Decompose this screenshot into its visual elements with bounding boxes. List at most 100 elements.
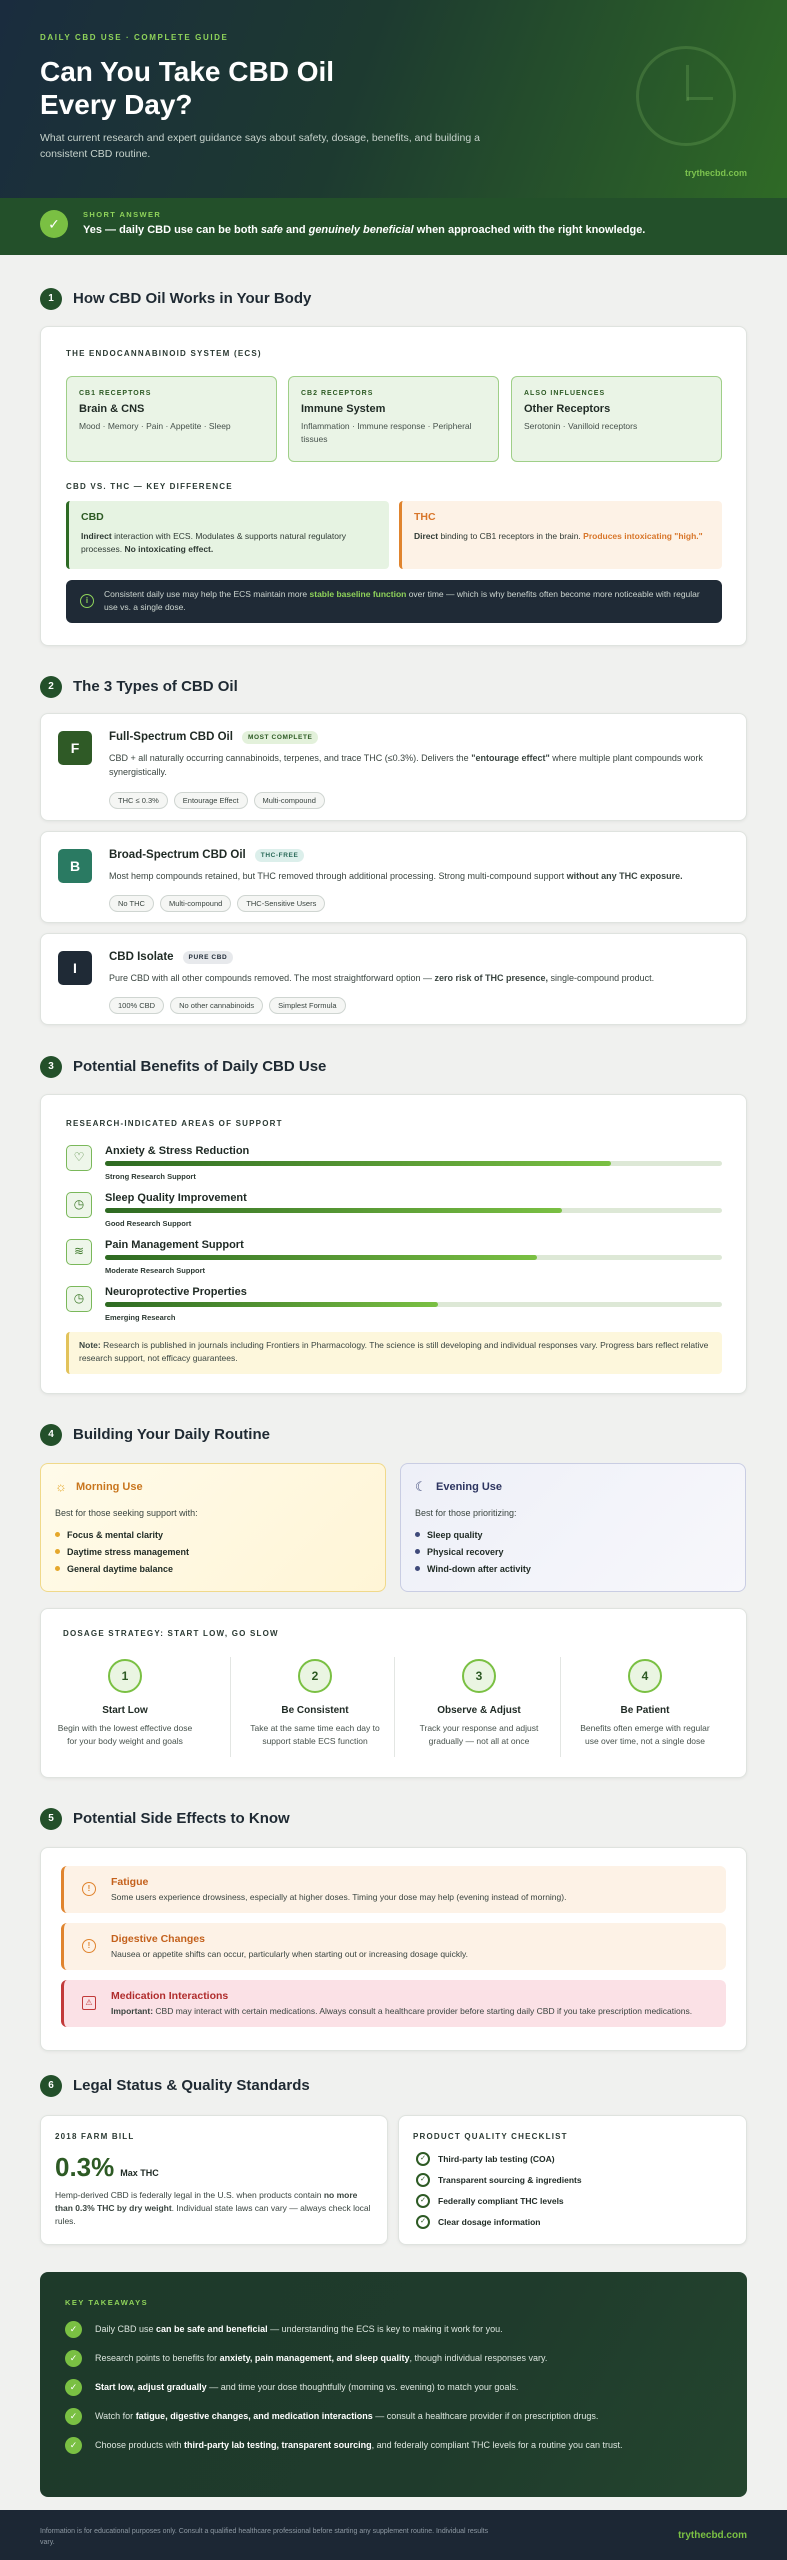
full-spectrum-icon: F (58, 731, 92, 765)
heart-icon: ♡ (66, 1145, 92, 1171)
broad-spectrum-icon: B (58, 849, 92, 883)
section-title: Potential Benefits of Daily CBD Use (73, 1058, 327, 1075)
tag: No THC (109, 895, 154, 912)
badge: PURE CBD (182, 951, 234, 964)
list-item: Wind-down after activity (415, 1564, 531, 1574)
site-link[interactable]: trythecbd.com (685, 168, 747, 178)
type-card-full-spectrum: F Full-Spectrum CBD Oil MOST COMPLETE CBD… (40, 713, 747, 821)
section-title: Legal Status & Quality Standards (73, 2077, 310, 2094)
list-item: General daytime balance (55, 1564, 189, 1574)
section-title: The 3 Types of CBD Oil (73, 678, 238, 695)
check-icon: ✓ (65, 2437, 82, 2454)
takeaways-heading: KEY TAKEAWAYS (65, 2298, 149, 2307)
benefit-bar-fill (105, 1161, 611, 1166)
dosage-step: 2 Be Consistent Take at the same time each… (235, 1659, 395, 1748)
evening-title: Evening Use (436, 1481, 503, 1493)
tag: 100% CBD (109, 997, 165, 1014)
evening-list: Sleep quality Physical recovery Wind-down … (415, 1530, 531, 1581)
checklist-item: Transparent sourcing & ingredients (438, 2175, 582, 2185)
short-answer-banner: ✓ SHORT ANSWER Yes — daily CBD use can b… (0, 198, 787, 255)
check-icon: ✓ (416, 2152, 430, 2166)
hero-subtitle: What current research and expert guidanc… (40, 132, 480, 160)
page-title: Can You Take CBD Oil Every Day? (40, 55, 440, 121)
type-name: Full-Spectrum CBD Oil MOST COMPLETE (109, 731, 319, 744)
type-card-isolate: I CBD Isolate PURE CBD Pure CBD with all … (40, 933, 747, 1025)
check-icon: ✓ (65, 2379, 82, 2396)
type-name: CBD Isolate PURE CBD (109, 951, 234, 964)
quality-checklist-card: PRODUCT QUALITY CHECKLIST ✓ Third-party l… (398, 2115, 747, 2245)
benefit-bar (105, 1208, 722, 1213)
benefit-bar-fill (105, 1302, 439, 1307)
tag: Entourage Effect (173, 792, 248, 809)
footer: Information is for educational purposes … (0, 2510, 787, 2560)
list-item: Focus & mental clarity (55, 1530, 189, 1540)
morning-list: Focus & mental clarity Daytime stress man… (55, 1530, 189, 1581)
section-number: 6 (40, 2075, 62, 2097)
section-title: Building Your Daily Routine (73, 1426, 270, 1443)
thc-compare-box: THC Direct binding to CB1 receptors in t… (399, 501, 722, 569)
footer-site-link[interactable]: trythecbd.com (678, 2530, 747, 2541)
type-name: Broad-Spectrum CBD Oil THC-FREE (109, 849, 305, 862)
type-description: Pure CBD with all other compounds remove… (109, 973, 655, 983)
section-number: 2 (40, 676, 62, 698)
type-description: CBD + all naturally occurring cannabinoi… (109, 753, 703, 777)
warning-icon: ⚠ (82, 1996, 96, 2010)
benefit-support-label: Moderate Research Support (105, 1266, 206, 1275)
evening-use-card: ☾ Evening Use Best for those prioritizin… (400, 1463, 746, 1592)
check-icon: ✓ (65, 2321, 82, 2338)
side-effect-medication: ⚠ Medication Interactions Important: CBD … (61, 1980, 726, 2027)
side-effect-fatigue: ! Fatigue Some users experience drowsines… (61, 1866, 726, 1913)
alert-icon: ! (82, 1939, 96, 1953)
tag: THC-Sensitive Users (237, 895, 326, 912)
layers-icon: ≋ (66, 1239, 92, 1265)
benefit-name: Anxiety & Stress Reduction (105, 1145, 250, 1157)
check-icon: ✓ (40, 210, 68, 238)
benefit-bar-fill (105, 1208, 562, 1213)
moon-icon: ☾ (415, 1479, 427, 1494)
checklist-item: Clear dosage information (438, 2217, 541, 2227)
hero-banner: DAILY CBD USE · COMPLETE GUIDE Can You T… (0, 0, 787, 198)
title-line-1: Can You Take CBD Oil (40, 56, 335, 87)
dosage-step: 4 Be Patient Benefits often emerge with re… (565, 1659, 725, 1748)
research-note: Note: Research is published in journals … (66, 1332, 722, 1374)
section-number: 3 (40, 1056, 62, 1078)
side-effect-digestive: ! Digestive Changes Nausea or appetite sh… (61, 1923, 726, 1970)
list-item: Physical recovery (415, 1547, 531, 1557)
thc-limit: 0.3% Max THC (55, 2152, 159, 2182)
cbd-compare-box: CBD Indirect interaction with ECS. Modul… (66, 501, 389, 569)
benefit-support-label: Strong Research Support (105, 1172, 196, 1181)
ecs-note: i Consistent daily use may help the ECS … (66, 580, 722, 623)
tag: THC ≤ 0.3% (109, 792, 168, 809)
clock-icon: ◷ (66, 1286, 92, 1312)
benefit-bar (105, 1255, 722, 1260)
type-card-broad-spectrum: B Broad-Spectrum CBD Oil THC-FREE Most he… (40, 831, 747, 923)
morning-title: Morning Use (76, 1481, 143, 1493)
tag: Simplest Formula (269, 997, 346, 1014)
benefit-support-label: Good Research Support (105, 1219, 192, 1228)
type-tags: 100% CBD No other cannabinoids Simplest Fo… (109, 995, 352, 1014)
farm-bill-card: 2018 FARM BILL 0.3% Max THC Hemp-derived … (40, 2115, 388, 2245)
check-icon: ✓ (65, 2408, 82, 2425)
footer-disclaimer: Information is for educational purposes … (40, 2528, 489, 2546)
type-tags: THC ≤ 0.3% Entourage Effect Multi-compound (109, 790, 331, 809)
benefit-name: Neuroprotective Properties (105, 1286, 247, 1298)
benefits-heading: RESEARCH-INDICATED AREAS OF SUPPORT (66, 1119, 283, 1128)
section-title: Potential Side Effects to Know (73, 1810, 290, 1827)
receptor-cb1: CB1 RECEPTORS Brain & CNS Mood · Memory · … (66, 376, 277, 462)
dosage-heading: DOSAGE STRATEGY: START LOW, GO SLOW (63, 1629, 279, 1638)
farm-bill-text: Hemp-derived CBD is federally legal in t… (55, 2190, 371, 2226)
list-item: Sleep quality (415, 1530, 531, 1540)
checklist-item: Federally compliant THC levels (438, 2196, 564, 2206)
isolate-icon: I (58, 951, 92, 985)
key-takeaways: KEY TAKEAWAYS ✓ Daily CBD use can be safe… (40, 2272, 747, 2497)
list-item: Daytime stress management (55, 1547, 189, 1557)
section-number: 5 (40, 1808, 62, 1830)
badge: MOST COMPLETE (241, 731, 319, 744)
benefit-name: Sleep Quality Improvement (105, 1192, 247, 1204)
dosage-card: DOSAGE STRATEGY: START LOW, GO SLOW 1 Sta… (40, 1608, 747, 1778)
ecs-heading: THE ENDOCANNABINOID SYSTEM (ECS) (66, 349, 262, 358)
benefit-name: Pain Management Support (105, 1239, 244, 1251)
check-icon: ✓ (65, 2350, 82, 2367)
morning-use-card: ☼ Morning Use Best for those seeking sup… (40, 1463, 386, 1592)
tag: Multi-compound (253, 792, 325, 809)
